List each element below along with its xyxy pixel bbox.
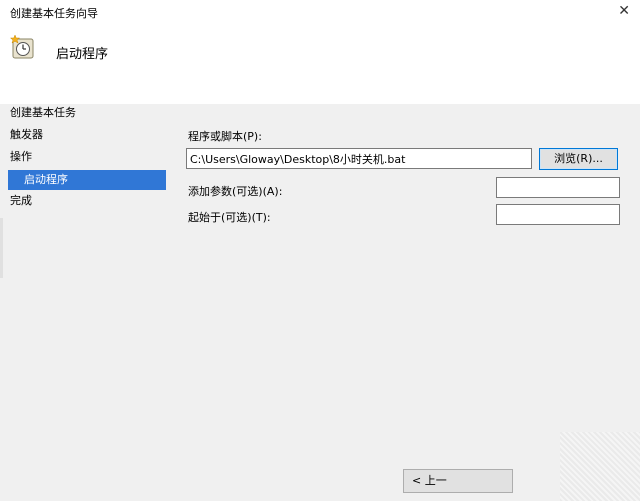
step-title: 启动程序 xyxy=(56,47,109,62)
task-scheduler-clock-icon xyxy=(10,34,34,59)
window-title: 创建基本任务向导 xyxy=(10,7,98,20)
nav-item-trigger[interactable]: 触发器 xyxy=(10,128,43,142)
browse-button[interactable]: 浏览(R)... xyxy=(539,148,618,170)
task-wizard-window: 创建基本任务向导 ✕ 启动程序 创建基本任务 触发器 操作 启动程序 完成 程序… xyxy=(0,0,640,501)
nav-item-create-basic-task[interactable]: 创建基本任务 xyxy=(10,106,76,120)
wizard-header: 启动程序 xyxy=(0,22,640,104)
program-script-input[interactable] xyxy=(186,148,532,169)
watermark-overlay xyxy=(560,432,640,501)
back-button[interactable]: < 上一 xyxy=(403,469,513,493)
nav-item-action[interactable]: 操作 xyxy=(10,150,32,164)
close-icon[interactable]: ✕ xyxy=(618,3,630,19)
start-in-label: 起始于(可选)(T): xyxy=(188,211,271,224)
nav-item-finish[interactable]: 完成 xyxy=(10,194,32,208)
program-script-label: 程序或脚本(P): xyxy=(188,130,262,143)
start-in-input[interactable] xyxy=(496,204,620,225)
title-bar: 创建基本任务向导 ✕ xyxy=(0,0,640,22)
arguments-label: 添加参数(可选)(A): xyxy=(188,185,283,198)
wizard-step-nav: 创建基本任务 触发器 操作 启动程序 完成 xyxy=(0,104,170,464)
arguments-input[interactable] xyxy=(496,177,620,198)
nav-item-start-program[interactable]: 启动程序 xyxy=(8,170,166,190)
